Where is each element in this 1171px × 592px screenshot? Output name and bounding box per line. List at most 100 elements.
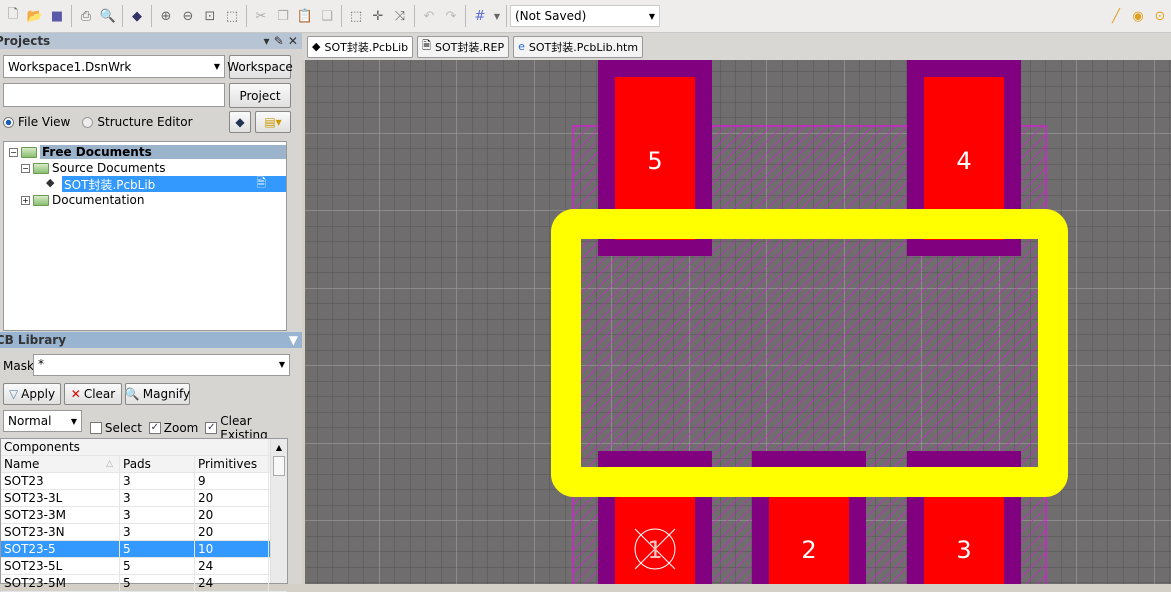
print-icon[interactable]: ⎙ — [75, 5, 97, 27]
table-cell: SOT23-3M — [1, 507, 120, 523]
table-cell: SOT23-5 — [1, 541, 120, 557]
table-row[interactable]: SOT23-3L 3 20 — [1, 490, 287, 507]
collapse-icon[interactable]: − — [9, 147, 18, 157]
zoom-label: Zoom — [163, 421, 199, 435]
pad-icon[interactable]: ◉ — [1127, 5, 1149, 27]
table-row[interactable]: SOT23 3 9 — [1, 473, 287, 490]
select-checkbox[interactable] — [90, 422, 102, 434]
tree-file-pcblib[interactable]: SOT封装.PcbLib 🗎 — [62, 176, 286, 192]
tab-pcblib[interactable]: ◆ SOT封装.PcbLib — [307, 35, 414, 58]
column-name[interactable]: Name △ — [1, 456, 120, 472]
zoom-fit-icon[interactable]: ⊡ — [199, 5, 221, 27]
browser-icon: e — [518, 40, 525, 53]
document-icon: 🗎 — [256, 175, 266, 190]
table-cell: 20 — [195, 490, 269, 506]
open-icon[interactable]: 📂 — [24, 5, 46, 27]
table-cell: SOT23-3N — [1, 524, 120, 540]
tree-root-label: Free Documents — [40, 145, 286, 159]
new-icon[interactable]: 🗋 — [2, 5, 24, 27]
mask-value: * — [38, 357, 44, 371]
document-icon: 🗎 — [422, 39, 432, 52]
mode-select[interactable]: Normal ▼ — [3, 410, 82, 432]
pcb-canvas[interactable]: 1 2 3 4 5 — [305, 50, 1171, 592]
column-primitives[interactable]: Primitives — [195, 456, 269, 472]
pcb-drawing[interactable]: 1 2 3 4 5 — [305, 50, 1171, 592]
expand-icon[interactable]: + — [21, 195, 30, 205]
project-options-button[interactable]: ▤▾ — [255, 111, 291, 133]
table-cell: 3 — [120, 473, 195, 489]
table-row[interactable]: SOT23-5 5 10 — [1, 541, 287, 558]
table-cell: SOT23-5M — [1, 575, 120, 591]
tab-htm[interactable]: e SOT封装.PcbLib.htm — [513, 35, 644, 58]
cut-icon[interactable]: ✂ — [250, 5, 272, 27]
apply-button[interactable]: ▽ Apply — [3, 383, 61, 405]
rubber-stamp-icon[interactable]: ❏ — [316, 5, 338, 27]
compile-button[interactable]: ◆ — [229, 111, 251, 133]
scroll-thumb[interactable] — [273, 456, 285, 476]
undo-icon[interactable]: ↶ — [418, 5, 440, 27]
panel-controls[interactable]: ▾ ✎ ✕ — [264, 34, 299, 48]
print-preview-icon[interactable]: 🔍 — [97, 5, 119, 27]
component-icon[interactable]: ◆ — [126, 5, 148, 27]
grid-dropdown-icon[interactable]: ▼ — [491, 5, 503, 27]
select-area-icon[interactable]: ⬚ — [345, 5, 367, 27]
folder-icon — [33, 162, 49, 174]
zoom-checkbox[interactable]: ✓ — [148, 422, 161, 434]
scroll-up-icon[interactable]: ▲ — [271, 443, 287, 452]
pcblib-icon: ◆ — [46, 176, 55, 189]
chevron-down-icon[interactable]: ▼ — [279, 360, 285, 369]
tree-source-documents[interactable]: − Source Documents — [21, 160, 165, 176]
table-cell: 5 — [120, 558, 195, 574]
project-select[interactable] — [3, 83, 225, 107]
clear-label: Clear — [83, 387, 116, 401]
tab-rep[interactable]: 🗎 SOT封装.REP — [417, 35, 510, 58]
zoom-area-icon[interactable]: ⬚ — [221, 5, 243, 27]
magnify-label: Magnify — [142, 387, 191, 401]
workspace-select[interactable]: Workspace1.DsnWrk ▼ — [3, 55, 225, 78]
table-cell: 3 — [120, 490, 195, 506]
collapse-icon[interactable]: − — [21, 163, 30, 173]
column-pads[interactable]: Pads — [120, 456, 195, 472]
project-button[interactable]: Project — [229, 83, 291, 108]
tree-source-label: Source Documents — [52, 161, 166, 175]
workspace-button[interactable]: Workspace — [227, 55, 293, 79]
clear-button[interactable]: ✕ Clear — [64, 383, 122, 405]
main-toolbar: 🗋 📂 ■ ⎙ 🔍 ◆ ⊕ ⊖ ⊡ ⬚ ✂ ❐ 📋 ❏ ⬚ ✛ ⤨ ↶ ↷ # … — [0, 0, 1171, 33]
magnify-button[interactable]: 🔍 Magnify — [125, 383, 190, 405]
panel-menu-icon[interactable]: ▼ — [289, 333, 298, 347]
table-row[interactable]: SOT23-5L 5 24 — [1, 558, 287, 575]
cross-select-icon[interactable]: ⤨ — [389, 5, 411, 27]
document-combo[interactable]: (Not Saved) ▼ — [510, 5, 660, 27]
zoom-in-icon[interactable]: ⊕ — [155, 5, 177, 27]
table-row[interactable]: SOT23-3N 3 20 — [1, 524, 287, 541]
copy-icon[interactable]: ❐ — [272, 5, 294, 27]
file-view-radio[interactable] — [3, 116, 14, 128]
structure-editor-radio[interactable] — [82, 116, 94, 128]
clear-existing-checkbox[interactable]: ✓ — [205, 422, 218, 434]
chevron-down-icon: ▼ — [648, 11, 655, 21]
table-row[interactable]: SOT23-3M 3 20 — [1, 507, 287, 524]
move-icon[interactable]: ✛ — [367, 5, 389, 27]
table-cell: 10 — [195, 541, 269, 557]
projects-title: Projects — [0, 34, 51, 48]
via-icon[interactable]: ⊙ — [1149, 5, 1171, 27]
pad-label: 2 — [801, 536, 816, 564]
chevron-down-icon: ▼ — [213, 62, 220, 71]
line-icon[interactable]: ╱ — [1105, 5, 1127, 27]
left-panel: Projects ▾ ✎ ✕ Workspace1.DsnWrk ▼ Workspa… — [0, 33, 302, 592]
column-headers: Name △ Pads Primitives — [1, 456, 287, 473]
grid-icon[interactable]: # — [469, 5, 491, 27]
tree-documentation[interactable]: + Documentation — [21, 192, 145, 208]
components-header: Components — [1, 439, 287, 456]
redo-icon[interactable]: ↷ — [440, 5, 462, 27]
tab-label: SOT封装.PcbLib.htm — [528, 40, 639, 54]
table-cell: 5 — [120, 541, 195, 557]
table-cell: 24 — [195, 575, 269, 591]
workspace-value: Workspace1.DsnWrk — [8, 59, 132, 74]
zoom-out-icon[interactable]: ⊖ — [177, 5, 199, 27]
scrollbar[interactable]: ▲ — [270, 439, 287, 583]
tree-free-documents[interactable]: − Free Documents — [9, 144, 286, 160]
save-icon[interactable]: ■ — [46, 5, 68, 27]
paste-icon[interactable]: 📋 — [294, 5, 316, 27]
mask-input[interactable]: * ▼ — [33, 354, 290, 376]
